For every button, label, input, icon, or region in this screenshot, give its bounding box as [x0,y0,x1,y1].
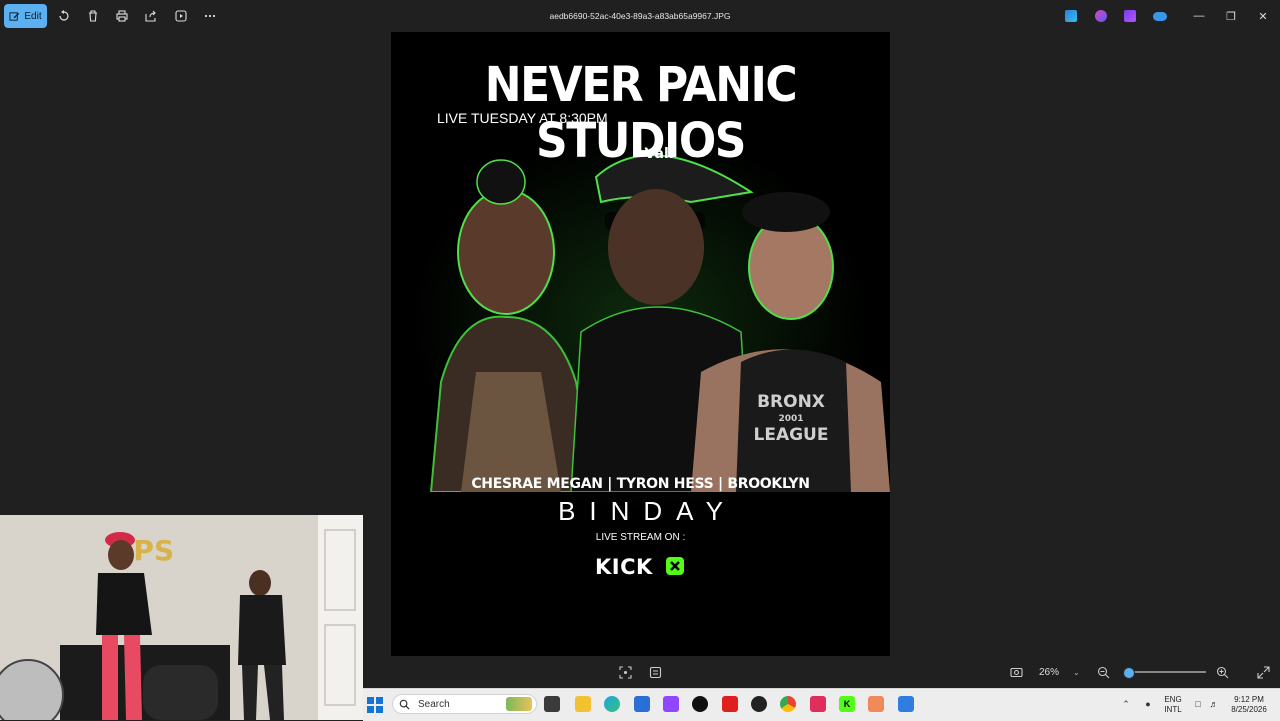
language-indicator[interactable]: ENG INTL [1160,695,1186,715]
twitch-icon[interactable] [663,696,679,712]
kick-logo-icon [666,557,684,575]
taskbar-search-box[interactable]: Search [392,694,537,714]
zoom-slider-thumb[interactable] [1123,667,1135,679]
clock[interactable]: 9:12 PM 8/25/2026 [1224,695,1274,715]
title-bar: Edit aedb6690-52ac-40e3-89a3-a83ab65a996… [0,0,1280,32]
volume-icon[interactable]: ♬ [1206,696,1222,712]
poster-event: BINDAY [558,496,737,526]
start-windows-icon[interactable] [367,697,383,713]
onedrive-icon[interactable] [1153,12,1167,21]
clock-date: 8/25/2026 [1231,705,1267,714]
poster-platform: KICK [595,555,653,579]
search-icon [399,699,410,710]
network-icon[interactable]: □ [1190,696,1206,712]
poster-names: CHESRAE MEGAN | TYRON HESS | BROOKLYN [471,476,810,492]
restore-icon[interactable]: ❐ [1224,9,1238,23]
zoom-out-icon[interactable] [1095,664,1111,680]
microphone-icon[interactable]: ● [1140,696,1156,712]
calendar-app-icon[interactable] [868,696,884,712]
zoom-dropdown[interactable]: 26% ⌄ [1033,664,1091,680]
close-icon[interactable]: ✕ [1256,9,1270,23]
fit-icon[interactable] [617,664,633,680]
file-explorer-icon[interactable] [575,696,591,712]
store-icon[interactable] [634,696,650,712]
language-top: ENG [1164,695,1182,704]
copilot-icon[interactable] [1095,10,1107,22]
designer-icon[interactable] [1065,10,1077,22]
language-bottom: INTL [1164,705,1182,714]
chevron-up-icon[interactable]: ⌃ [1118,696,1134,712]
capcut-icon[interactable] [810,696,826,712]
kick-app-icon[interactable]: K [839,696,855,712]
poster-people-illustration: Vall BRONX 2001 LEAGUE [429,146,890,492]
screen-fit-icon[interactable] [1008,664,1024,680]
poster-live-stream: LIVE STREAM ON : [595,532,686,543]
chrome-icon[interactable] [780,696,796,712]
search-placeholder: Search [418,698,450,710]
edge-icon[interactable] [604,696,620,712]
zoom-in-icon[interactable] [1214,664,1230,680]
chevron-down-icon: ⌄ [1073,667,1080,677]
shirt-text-2: 2001 [778,414,803,424]
webcam-scene: NPS [0,515,363,720]
search-highlight-icon [506,697,532,711]
youtube-icon[interactable] [722,696,738,712]
poster-subtitle: LIVE TUESDAY AT 8:30PM [437,110,608,126]
shirt-text-3: LEAGUE [754,425,829,445]
shirt-text-1: BRONX [757,392,825,412]
photos-app-icon[interactable] [898,696,914,712]
zoom-value: 26% [1039,666,1060,678]
task-view-icon[interactable] [544,696,560,712]
webcam-overlay: NPS [0,515,363,720]
poster-image: Vall BRONX 2001 LEAGUE NEVER PANIC STUDI… [391,32,890,656]
zoom-slider-track[interactable] [1124,671,1206,673]
tiktok-icon[interactable] [692,696,708,712]
minimize-icon[interactable]: — [1192,9,1206,23]
fullscreen-icon[interactable] [1255,664,1271,680]
obs-icon[interactable] [751,696,767,712]
clipchamp-icon[interactable] [1124,10,1136,22]
clock-time: 9:12 PM [1234,695,1264,704]
filmstrip-icon[interactable] [647,664,663,680]
file-name: aedb6690-52ac-40e3-89a3-a83ab65a9967.JPG [549,11,731,21]
